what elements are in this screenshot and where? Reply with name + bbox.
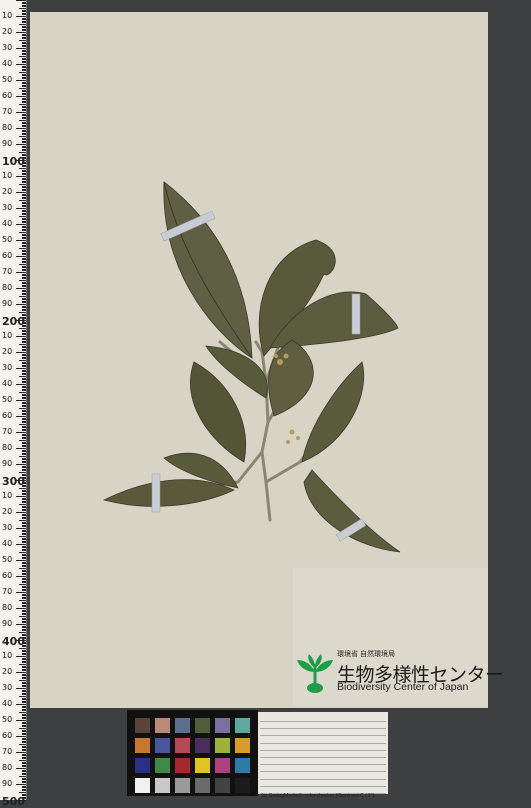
- ruler-minor-label: 60: [2, 91, 13, 100]
- ruler-minor-label: 70: [2, 267, 13, 276]
- color-swatch: [135, 758, 150, 773]
- ruler-minor-label: 50: [2, 555, 13, 564]
- ruler-minor-label: 20: [2, 27, 13, 36]
- ministry-label: 環境省 自然環境局: [337, 651, 395, 658]
- ruler-minor-label: 40: [2, 699, 13, 708]
- color-swatch: [235, 738, 250, 753]
- color-swatch: [215, 778, 230, 793]
- color-swatch: [135, 718, 150, 733]
- color-swatch: [215, 718, 230, 733]
- ruler-minor-label: 90: [2, 459, 13, 468]
- ruler-minor-label: 10: [2, 491, 13, 500]
- ruler-minor-label: 90: [2, 299, 13, 308]
- leaf: [303, 469, 401, 553]
- color-swatch: [155, 778, 170, 793]
- ruler-minor-label: 50: [2, 715, 13, 724]
- leaf: [163, 181, 253, 359]
- color-swatch: [135, 778, 150, 793]
- ruler-minor-label: 80: [2, 603, 13, 612]
- ruler-minor-label: 70: [2, 107, 13, 116]
- ruler-minor-label: 80: [2, 123, 13, 132]
- color-swatch: [175, 778, 190, 793]
- ruler-minor-label: 50: [2, 395, 13, 404]
- ruler-minor-label: 10: [2, 11, 13, 20]
- color-swatch: [135, 738, 150, 753]
- ruler-minor-label: 10: [2, 651, 13, 660]
- ruler-minor-label: 10: [2, 171, 13, 180]
- ruler-minor-label: 90: [2, 619, 13, 628]
- color-swatch: [155, 758, 170, 773]
- color-swatch: [195, 738, 210, 753]
- ruler-minor-label: 80: [2, 443, 13, 452]
- leaf: [102, 479, 235, 507]
- ruler-minor-label: 80: [2, 763, 13, 772]
- ruler-minor-label: 20: [2, 347, 13, 356]
- color-checker-chart: [127, 710, 258, 796]
- color-swatch: [195, 778, 210, 793]
- color-swatch: [155, 718, 170, 733]
- ruler-minor-label: 90: [2, 139, 13, 148]
- ruler-minor-label: 10: [2, 331, 13, 340]
- color-swatch: [235, 778, 250, 793]
- ruler-minor-label: 60: [2, 411, 13, 420]
- ruler-minor-label: 90: [2, 779, 13, 788]
- ruler-minor-label: 60: [2, 731, 13, 740]
- ruler-minor-label: 40: [2, 379, 13, 388]
- color-values-table: [258, 712, 388, 794]
- ruler-major-label: 500: [2, 795, 25, 808]
- color-checker-caption: by GretagMacbeth color checker (Illumina…: [262, 793, 375, 799]
- color-swatch: [175, 758, 190, 773]
- color-swatch: [175, 738, 190, 753]
- ruler-minor-label: 30: [2, 203, 13, 212]
- color-swatch: [155, 738, 170, 753]
- ruler-minor-label: 60: [2, 571, 13, 580]
- color-swatch: [235, 718, 250, 733]
- ruler-minor-label: 20: [2, 507, 13, 516]
- measurement-ruler: 10 20 30 40 50 60 70 80 90 100 10 20 30 40 50 60 70 80 90 2…: [0, 0, 27, 807]
- ruler-minor-label: 60: [2, 251, 13, 260]
- ruler-minor-label: 30: [2, 363, 13, 372]
- ruler-minor-label: 40: [2, 219, 13, 228]
- plant-specimen: [102, 181, 401, 553]
- color-swatch: [195, 758, 210, 773]
- ruler-minor-label: 20: [2, 667, 13, 676]
- institution-logo-panel: 環境省 自然環境局 生物多様性センター Biodiversity Center …: [293, 568, 504, 706]
- ruler-minor-label: 70: [2, 587, 13, 596]
- ruler-minor-label: 50: [2, 75, 13, 84]
- ruler-minor-label: 50: [2, 235, 13, 244]
- ruler-minor-label: 30: [2, 523, 13, 532]
- color-swatch: [195, 718, 210, 733]
- color-swatch: [235, 758, 250, 773]
- ruler-minor-label: 70: [2, 427, 13, 436]
- ruler-minor-label: 40: [2, 539, 13, 548]
- ruler-minor-label: 30: [2, 43, 13, 52]
- biodiversity-logo-icon: [297, 654, 333, 693]
- ruler-minor-label: 40: [2, 59, 13, 68]
- ruler-minor-label: 20: [2, 187, 13, 196]
- color-swatch: [215, 758, 230, 773]
- ruler-minor-label: 30: [2, 683, 13, 692]
- color-swatch: [215, 738, 230, 753]
- ruler-minor-label: 70: [2, 747, 13, 756]
- center-name-english: Biodiversity Center of Japan: [337, 681, 469, 693]
- color-swatch: [175, 718, 190, 733]
- ruler-minor-label: 80: [2, 283, 13, 292]
